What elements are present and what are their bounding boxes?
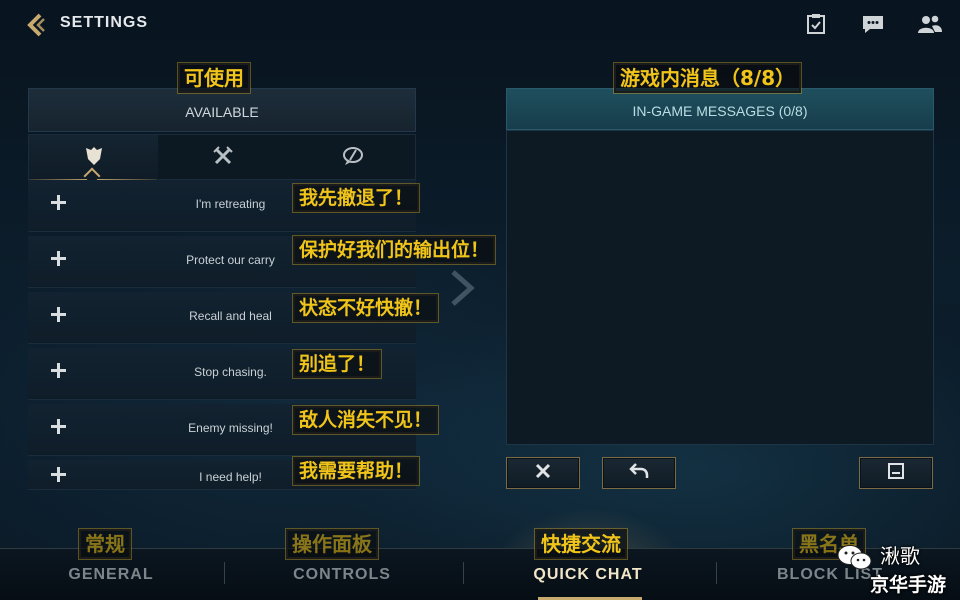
annotation-msg-protect-carry: 保护好我们的输出位！ — [293, 236, 496, 264]
plus-icon[interactable] — [50, 250, 68, 268]
chevron-right-icon — [447, 268, 477, 308]
save-icon — [887, 462, 905, 484]
message-label: Protect our carry — [186, 253, 275, 267]
watermark-name: 湫歌 — [880, 544, 920, 568]
undo-icon — [629, 462, 649, 484]
message-label: I'm retreating — [195, 197, 266, 211]
plus-icon[interactable] — [50, 466, 68, 484]
plus-icon[interactable] — [50, 194, 68, 212]
annotation-quick-chat: 快捷交流 — [535, 529, 627, 559]
close-icon — [535, 463, 551, 483]
message-label: Stop chasing. — [194, 365, 267, 379]
ingame-header: IN-GAME MESSAGES (0/8) — [506, 88, 934, 130]
ingame-header-label: IN-GAME MESSAGES (0/8) — [632, 103, 808, 119]
annotation-available: 可使用 — [178, 63, 250, 93]
back-chevron-icon[interactable] — [22, 10, 52, 40]
page-title: SETTINGS — [60, 14, 149, 31]
watermark-sub: 京华手游 — [870, 574, 947, 596]
annotation-msg-need-help: 我需要帮助！ — [293, 457, 420, 485]
message-label: Recall and heal — [189, 309, 272, 323]
tab-no-chat[interactable] — [288, 135, 417, 181]
available-header-label: AVAILABLE — [185, 104, 259, 120]
top-bar: SETTINGS — [0, 0, 960, 50]
annotation-msg-enemy-missing: 敌人消失不见！ — [293, 406, 439, 434]
annotation-in-game: 游戏内消息（8/8） — [614, 63, 802, 93]
shield-icon — [85, 146, 103, 170]
nav-divider — [716, 562, 717, 584]
crossed-swords-icon — [212, 146, 233, 170]
save-button[interactable] — [859, 457, 933, 489]
available-header: AVAILABLE — [28, 88, 416, 132]
watermark: 湫歌 京华手游 — [836, 538, 960, 600]
friends-icon[interactable] — [917, 11, 943, 37]
undo-button[interactable] — [602, 457, 676, 489]
annotation-general: 常规 — [79, 529, 131, 559]
plus-icon[interactable] — [50, 362, 68, 380]
message-label: I need help! — [199, 470, 262, 484]
clipboard-icon[interactable] — [803, 11, 829, 37]
annotation-controls: 操作面板 — [286, 529, 378, 559]
clear-button[interactable] — [506, 457, 580, 489]
annotation-msg-recall-heal: 状态不好快撤！ — [293, 294, 439, 322]
annotation-msg-stop-chasing: 别追了！ — [293, 350, 382, 378]
no-chat-icon — [342, 146, 364, 170]
nav-general[interactable]: GENERAL — [11, 566, 211, 584]
wechat-logo-icon — [836, 544, 874, 572]
nav-divider — [224, 562, 225, 584]
plus-icon[interactable] — [50, 306, 68, 324]
message-label: Enemy missing! — [188, 421, 273, 435]
nav-divider — [463, 562, 464, 584]
tab-crossed-swords[interactable] — [158, 135, 287, 181]
ingame-messages-list[interactable] — [506, 130, 934, 445]
annotation-msg-retreating: 我先撤退了！ — [293, 184, 420, 212]
ingame-messages-panel: IN-GAME MESSAGES (0/8) — [506, 88, 934, 445]
plus-icon[interactable] — [50, 418, 68, 436]
nav-quick-chat[interactable]: QUICK CHAT — [488, 566, 688, 584]
nav-controls[interactable]: CONTROLS — [242, 566, 442, 584]
chat-bubble-icon[interactable] — [860, 11, 886, 37]
